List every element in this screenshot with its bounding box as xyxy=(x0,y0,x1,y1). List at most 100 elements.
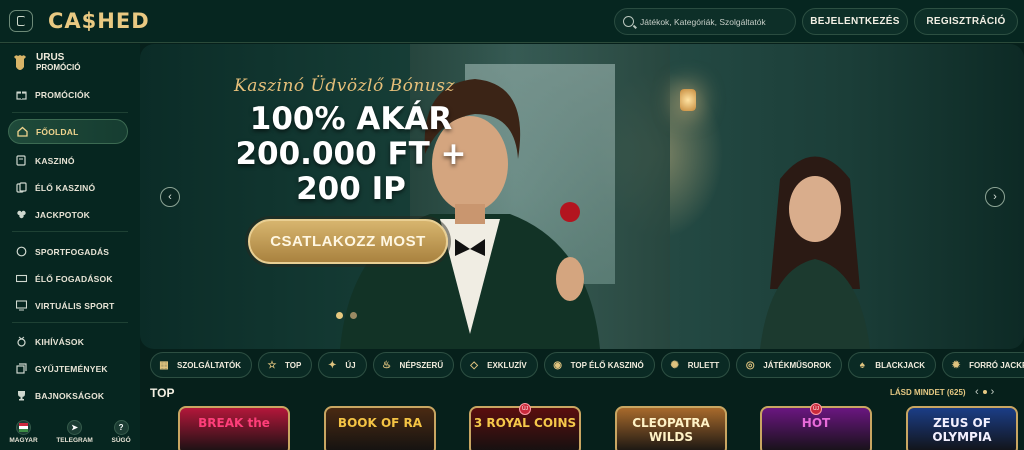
register-button[interactable]: REGISZTRÁCIÓ xyxy=(914,8,1018,35)
category-chip[interactable]: ♠ BLACKJACK xyxy=(848,352,937,378)
bull-icon xyxy=(14,54,26,70)
sidebar-toggle-button[interactable] xyxy=(9,10,33,32)
language-button[interactable]: MAGYAR xyxy=(9,420,38,450)
chevron-right-icon[interactable]: › xyxy=(991,386,995,398)
language-label: MAGYAR xyxy=(9,437,38,444)
game-tile[interactable]: CLEOPATRA WILDS xyxy=(615,406,727,450)
sidebar-item-virtual-sports[interactable]: VIRTUÁLIS SPORT xyxy=(8,293,128,318)
sidebar-item-collections[interactable]: GYŰJTEMÉNYEK xyxy=(8,356,128,381)
sidebar-icon xyxy=(17,16,25,26)
sidebar-item-label: ÉLŐ FOGADÁSOK xyxy=(35,273,113,284)
game-tile[interactable]: BREAK the xyxy=(178,406,290,450)
category-label: ÚJ xyxy=(345,360,356,370)
telegram-label: TELEGRAM xyxy=(56,437,93,444)
promo-subtitle: PROMÓCIÓ xyxy=(36,63,81,72)
game-title: BREAK the xyxy=(198,416,270,430)
sidebar-item-label: VIRTUÁLIS SPORT xyxy=(35,300,115,311)
category-chip[interactable]: ✹ FORRÓ JACKPOTOK xyxy=(942,352,1024,378)
monitor-icon xyxy=(16,300,27,311)
flag-icon xyxy=(15,420,31,435)
category-chip[interactable]: ◉ TOP ÉLŐ KASZINÓ xyxy=(543,352,655,378)
carousel-pager: ‹ › xyxy=(975,386,994,398)
sidebar-item-sports[interactable]: SPORTFOGADÁS xyxy=(8,239,128,264)
category-chip[interactable]: ✦ ÚJ xyxy=(318,352,367,378)
category-label: NÉPSZERŰ xyxy=(399,360,444,370)
sidebar-item-tournaments[interactable]: BAJNOKSÁGOK xyxy=(8,383,128,408)
hot-jackpot-icon: ✹ xyxy=(951,359,961,371)
divider xyxy=(12,112,128,113)
hero-headline: 100% AKÁR 200.000 FT + 200 IP xyxy=(235,101,467,207)
sidebar-item-jackpots[interactable]: JACKPOTOK xyxy=(8,202,128,227)
roulette-icon: ✺ xyxy=(670,359,679,371)
sidebar-item-label: KASZINÓ xyxy=(35,155,75,166)
diamond-icon: ◇ xyxy=(470,359,478,371)
hero-pagination xyxy=(336,312,357,319)
medal-icon xyxy=(16,336,27,347)
category-chip[interactable]: ◇ EXKLUZÍV xyxy=(460,352,538,378)
ball-icon xyxy=(16,246,27,257)
sidebar-promo-urus[interactable]: URUS PROMÓCIÓ xyxy=(12,52,80,73)
sidebar-item-challenges[interactable]: KIHÍVÁSOK xyxy=(8,329,128,354)
cards-icon xyxy=(16,182,27,193)
hero-dot[interactable] xyxy=(350,312,357,319)
category-chip[interactable]: ♨ NÉPSZERŰ xyxy=(372,352,455,378)
sidebar-item-promotions[interactable]: PROMÓCIÓK xyxy=(8,82,128,107)
hero-tagline: Kaszinó Üdvözlő Bónusz xyxy=(234,76,455,96)
collection-icon xyxy=(16,363,27,374)
telegram-button[interactable]: ➤ TELEGRAM xyxy=(56,420,93,450)
sidebar-item-label: GYŰJTEMÉNYEK xyxy=(35,363,108,374)
hero-woman-illustration xyxy=(760,156,870,349)
category-chip[interactable]: ◎ JÁTÉKMŰSOROK xyxy=(736,352,843,378)
sidebar-item-casino[interactable]: KASZINÓ xyxy=(8,148,128,173)
live-chip-icon: ◉ xyxy=(553,359,563,371)
hero-dot[interactable] xyxy=(336,312,343,319)
sidebar-item-live-casino[interactable]: ÉLŐ KASZINÓ xyxy=(8,175,128,200)
divider xyxy=(12,231,128,232)
new-badge: ÚJ xyxy=(519,403,531,415)
category-label: TOP xyxy=(285,360,302,370)
sidebar-item-live-bets[interactable]: ÉLŐ FOGADÁSOK xyxy=(8,266,128,291)
help-button[interactable]: ? SÚGÓ xyxy=(112,420,131,450)
category-chip[interactable]: ▦ SZOLGÁLTATÓK xyxy=(150,352,252,378)
site-logo[interactable]: CA$HED xyxy=(48,9,150,33)
telegram-icon: ➤ xyxy=(67,420,83,435)
login-button[interactable]: BEJELENTKEZÉS xyxy=(802,8,908,35)
chevron-left-icon[interactable]: ‹ xyxy=(975,386,979,398)
hero-banner[interactable]: Kaszinó Üdvözlő Bónusz 100% AKÁR 200.000… xyxy=(140,44,1024,349)
new-icon: ✦ xyxy=(328,359,337,371)
join-now-button[interactable]: CSATLAKOZZ MOST xyxy=(248,219,448,264)
category-chip[interactable]: ☆ TOP xyxy=(258,352,313,378)
search-input[interactable] xyxy=(640,16,795,27)
sidebar-item-label: FŐOLDAL xyxy=(36,126,79,137)
category-bar: ▦ SZOLGÁLTATÓK ☆ TOP ✦ ÚJ ♨ NÉPSZERŰ ◇ EXKLUZÍV ◉ T… xyxy=(150,352,1024,378)
help-icon: ? xyxy=(113,420,129,435)
see-all-link[interactable]: LÁSD MINDET (625) xyxy=(890,388,966,397)
blackjack-icon: ♠ xyxy=(859,359,865,371)
category-label: RULETT xyxy=(687,360,720,370)
wall-lamp xyxy=(680,89,696,111)
category-label: SZOLGÁLTATÓK xyxy=(177,360,241,370)
category-label: TOP ÉLŐ KASZINÓ xyxy=(570,360,644,370)
divider xyxy=(12,322,128,323)
game-title: HOT xyxy=(801,416,831,430)
sidebar: URUS PROMÓCIÓ PROMÓCIÓK FŐOLDAL KASZINÓ … xyxy=(0,44,140,450)
sidebar-item-home[interactable]: FŐOLDAL xyxy=(8,119,128,144)
providers-icon: ▦ xyxy=(159,359,169,371)
game-tiles-row: BREAK the BOOK OF RA 3 ROYAL COINS ÚJ CLEOPA… xyxy=(178,403,1024,450)
sidebar-item-label: PROMÓCIÓK xyxy=(35,89,91,100)
game-tile[interactable]: BOOK OF RA xyxy=(324,406,436,450)
promo-title: URUS xyxy=(36,52,65,63)
category-chip[interactable]: ✺ RULETT xyxy=(660,352,731,378)
gift-icon xyxy=(16,89,27,100)
sidebar-item-label: KIHÍVÁSOK xyxy=(35,336,85,347)
hero-next-button[interactable]: › xyxy=(985,187,1005,207)
pager-dot xyxy=(982,390,987,394)
category-label: EXKLUZÍV xyxy=(487,360,527,370)
game-tile[interactable]: ZEUS OF OLYMPIA xyxy=(906,406,1018,450)
search-icon xyxy=(623,16,634,27)
hero-prev-button[interactable]: ‹ xyxy=(160,187,180,207)
sidebar-bottom-bar: MAGYAR ➤ TELEGRAM ? SÚGÓ xyxy=(0,420,140,450)
search-box[interactable] xyxy=(614,8,796,35)
star-icon: ☆ xyxy=(267,359,277,371)
slot-icon xyxy=(16,155,27,166)
